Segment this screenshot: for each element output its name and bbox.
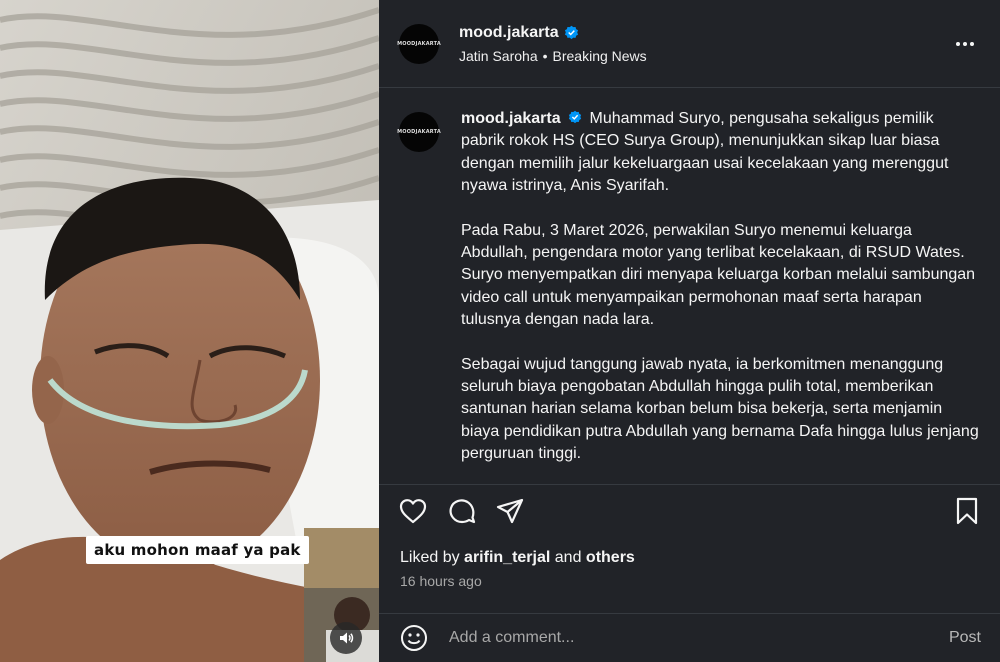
mute-toggle-button[interactable] (330, 622, 362, 654)
liked-by-user-link[interactable]: arifin_terjal (464, 549, 550, 566)
post-video[interactable]: aku mohon maaf ya pak (0, 0, 379, 662)
post-comment-button[interactable]: Post (949, 629, 981, 647)
post-header: MOODJAKARTA mood.jakarta Jatin Saroha • … (379, 0, 1000, 88)
verified-badge-icon (564, 25, 578, 40)
caption-text: mood.jakarta Muhammad Suryo, pengusaha s… (461, 108, 981, 488)
bookmark-icon[interactable] (952, 496, 982, 526)
audio-link[interactable]: Breaking News (553, 48, 647, 64)
likes-others-link[interactable]: others (586, 549, 635, 566)
avatar-text: MOODJAKARTA (397, 40, 441, 47)
location-link[interactable]: Jatin Saroha (459, 48, 538, 64)
likes-conj: and (554, 549, 582, 566)
post-timestamp[interactable]: 16 hours ago (400, 573, 482, 589)
comment-bar: Post (379, 613, 1000, 662)
caption-username-link[interactable]: mood.jakarta (461, 110, 561, 127)
comment-icon[interactable] (447, 496, 477, 526)
emoji-icon[interactable] (399, 623, 429, 653)
header-text: mood.jakarta Jatin Saroha • Breaking New… (459, 24, 647, 64)
separator-dot: • (542, 47, 548, 64)
caption-paragraph-2: Pada Rabu, 3 Maret 2026, perwakilan Sury… (461, 221, 976, 329)
username-row: mood.jakarta (459, 24, 647, 42)
caption-avatar[interactable]: MOODJAKARTA (397, 112, 441, 152)
caption-paragraph: mood.jakarta Muhammad Suryo, pengusaha s… (461, 108, 981, 198)
post-caption: MOODJAKARTA mood.jakarta Muhammad Suryo,… (397, 108, 984, 488)
video-caption: aku mohon maaf ya pak (86, 536, 309, 564)
username-link[interactable]: mood.jakarta (459, 24, 559, 42)
post-modal: aku mohon maaf ya pak MOODJAKARTA mood.j… (0, 0, 1000, 662)
more-options-icon[interactable] (954, 33, 976, 55)
header-subtitle: Jatin Saroha • Breaking News (459, 48, 647, 64)
caption-paragraph-3: Sebagai wujud tanggung jawab nyata, ia b… (461, 355, 979, 463)
avatar[interactable]: MOODJAKARTA (397, 23, 441, 64)
heart-icon[interactable] (398, 496, 428, 526)
speaker-icon (340, 632, 354, 644)
action-bar: Liked by arifin_terjal and others 16 hou… (379, 484, 1000, 604)
likes-summary: Liked by arifin_terjal and others (400, 549, 635, 567)
caption-avatar-text: MOODJAKARTA (397, 129, 441, 135)
comment-input[interactable] (449, 623, 919, 653)
share-icon[interactable] (495, 496, 525, 526)
post-details-panel: MOODJAKARTA mood.jakarta Jatin Saroha • … (379, 0, 1000, 662)
likes-prefix: Liked by (400, 549, 460, 566)
verified-badge-icon (568, 110, 582, 124)
